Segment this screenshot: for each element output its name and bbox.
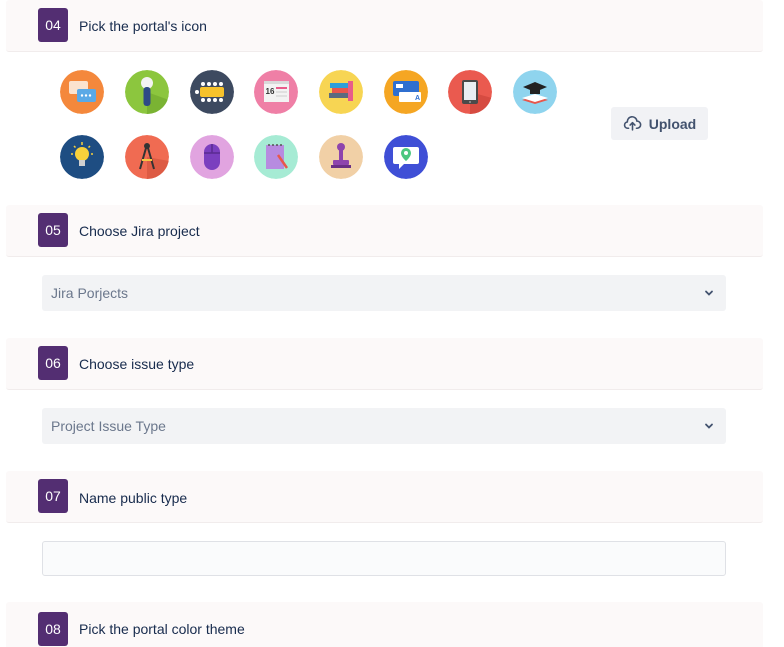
step-title: Choose issue type	[79, 356, 195, 372]
step-title: Name public type	[79, 490, 188, 506]
svg-text:A: A	[415, 95, 420, 102]
step-number-badge: 08	[38, 612, 68, 646]
notepad-pencil-icon[interactable]	[254, 135, 298, 179]
step-number-badge: 05	[38, 213, 68, 247]
step-title: Choose Jira project	[79, 223, 200, 239]
location-pin-chat-icon[interactable]	[384, 135, 428, 179]
jira-project-select[interactable]: Jira Porjects	[42, 275, 726, 311]
drafting-compass-icon[interactable]	[125, 135, 169, 179]
step-04-header: 04 Pick the portal's icon	[6, 0, 763, 52]
step-number-badge: 04	[38, 8, 68, 42]
graduation-cap-icon[interactable]	[513, 70, 557, 114]
computer-mouse-icon[interactable]	[190, 135, 234, 179]
step-title: Pick the portal color theme	[79, 621, 245, 637]
upload-label: Upload	[648, 115, 697, 132]
step-number-badge: 06	[38, 346, 68, 380]
chevron-down-icon	[705, 290, 713, 296]
svg-text:16: 16	[266, 87, 275, 96]
microphone-icon[interactable]	[125, 70, 169, 114]
books-icon[interactable]	[319, 70, 363, 114]
translate-board-icon[interactable]: A	[384, 70, 428, 114]
stamp-icon[interactable]	[319, 135, 363, 179]
step-number-badge: 07	[38, 479, 68, 513]
step-title: Pick the portal's icon	[79, 18, 207, 34]
step-08-header: 08 Pick the portal color theme	[6, 602, 763, 647]
jira-project-placeholder: Jira Porjects	[51, 285, 129, 301]
issue-type-placeholder: Project Issue Type	[51, 418, 166, 434]
upload-button[interactable]: Upload	[611, 107, 708, 140]
tablet-icon[interactable]	[448, 70, 492, 114]
step-05-header: 05 Choose Jira project	[6, 205, 763, 257]
step-07-header: 07 Name public type	[6, 471, 763, 523]
conference-table-icon[interactable]	[190, 70, 234, 114]
cloud-upload-icon	[623, 115, 642, 131]
chevron-down-icon	[705, 423, 713, 429]
public-type-name-input[interactable]	[42, 541, 726, 576]
chat-bubbles-icon[interactable]	[60, 70, 104, 114]
calendar-icon[interactable]: 16	[254, 70, 298, 114]
step-06-header: 06 Choose issue type	[6, 338, 763, 390]
issue-type-select[interactable]: Project Issue Type	[42, 408, 726, 444]
lightbulb-icon[interactable]	[60, 135, 104, 179]
